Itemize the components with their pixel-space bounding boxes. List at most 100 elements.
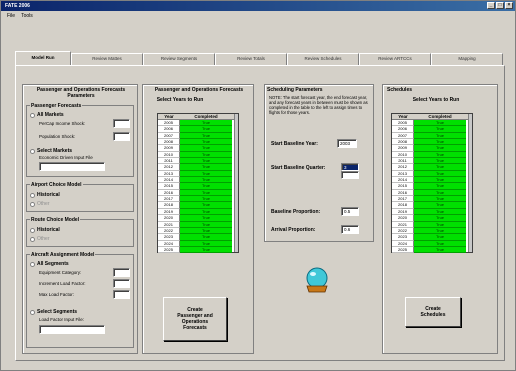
percap-label: PerCap Income Shock:	[39, 121, 86, 126]
col-year-header: Year	[398, 114, 408, 119]
select-markets-label: Select Markets	[37, 148, 73, 154]
window-title: FATE 2006	[5, 3, 30, 9]
arrival-prop-label: Arrival Proportion:	[271, 227, 316, 233]
econ-label: Economic Driven Input File	[39, 155, 93, 160]
passenger-forecasts-label: Passenger Forecasts	[30, 103, 83, 109]
population-input[interactable]	[113, 132, 130, 141]
schedules-panel: Schedules Select Years to Run Year Compl…	[382, 84, 498, 354]
tab-review-artccs[interactable]: Review ARTCCs	[359, 53, 431, 65]
tab-model-run[interactable]: Model Run	[15, 51, 71, 65]
year-cell: 2025	[392, 246, 414, 254]
col-completed-header: Completed	[194, 114, 218, 119]
menu-file[interactable]: File	[7, 13, 15, 19]
schedules-year-table[interactable]: Year Completed 2005 True 2006 True 2007 True 2…	[391, 113, 473, 254]
increment-input[interactable]	[113, 279, 130, 288]
route-choice-group: Route Choice Model Historical Other	[26, 217, 134, 247]
lf-file-label: Load Factor Input File:	[39, 317, 85, 322]
tab-strip: Model Run Review Mattes Review Segments …	[15, 51, 505, 65]
parameters-panel: Passenger and Operations Forecasts Param…	[22, 84, 138, 354]
pax-ops-panel: Passenger and Operations Forecasts Selec…	[142, 84, 254, 354]
start-quarter-label: Start Baseline Quarter:	[271, 165, 326, 171]
all-markets-radio[interactable]: All Markets	[30, 112, 64, 118]
radio-icon	[30, 236, 35, 242]
start-quarter-list-blank[interactable]	[341, 171, 359, 179]
percap-input[interactable]	[113, 119, 130, 128]
start-year-label: Start Baseline Year:	[271, 141, 318, 147]
maximize-button[interactable]: □	[496, 2, 504, 9]
tab-review-segments[interactable]: Review Segments	[143, 53, 215, 65]
lf-file-input[interactable]	[39, 325, 105, 334]
menu-bar: File Tools	[1, 11, 515, 21]
tab-review-totals[interactable]: Review Totals	[215, 53, 287, 65]
tab-mapping[interactable]: Mapping	[431, 53, 503, 65]
year-cell: 2025	[158, 246, 180, 254]
route-historical-radio[interactable]: Historical	[30, 227, 60, 233]
col-completed-header: Completed	[428, 114, 452, 119]
arrival-prop-input[interactable]: 0.6	[341, 225, 359, 234]
airport-other-radio[interactable]: Other	[30, 201, 50, 207]
table-scrollbar[interactable]	[468, 114, 472, 252]
max-lf-label: Max Load Factor:	[39, 292, 75, 297]
sched-params-note: NOTE: The start forecast year, the end f…	[269, 95, 368, 115]
table-scrollbar[interactable]	[234, 114, 238, 252]
population-label: Population Shock:	[39, 134, 76, 139]
max-lf-input[interactable]	[113, 290, 130, 299]
all-markets-label: All Markets	[37, 112, 64, 118]
crystal-ball-icon	[306, 267, 328, 293]
airport-historical-radio[interactable]: Historical	[30, 192, 60, 198]
all-segments-label: All Segments	[37, 261, 69, 267]
completed-cell: True	[180, 246, 232, 254]
schedules-subtitle: Select Years to Run	[412, 97, 460, 103]
col-year-header: Year	[164, 114, 174, 119]
tab-review-mattes[interactable]: Review Mattes	[71, 53, 143, 65]
pax-ops-subtitle: Select Years to Run	[156, 97, 204, 103]
airport-historical-label: Historical	[37, 192, 60, 198]
radio-icon	[30, 192, 35, 198]
create-schedules-button[interactable]: Create Schedules	[405, 297, 461, 327]
radio-icon	[30, 261, 35, 267]
select-segments-label: Select Segments	[37, 309, 78, 315]
start-year-input[interactable]: 2003	[337, 139, 357, 148]
model-run-panel: Passenger and Operations Forecasts Param…	[15, 65, 505, 361]
equipment-input[interactable]	[113, 268, 130, 277]
airport-other-label: Other	[37, 201, 50, 207]
start-quarter-select[interactable]: 3	[341, 163, 359, 171]
increment-label: Increment Load Factor:	[39, 281, 86, 286]
baseline-prop-input[interactable]: 0.5	[341, 207, 359, 216]
title-bar: FATE 2006 _ □ ×	[1, 1, 515, 11]
scheduling-parameters-panel: Scheduling Parameters NOTE: The start fo…	[264, 84, 374, 242]
route-other-label: Other	[37, 236, 50, 242]
table-row[interactable]: 2025 True	[158, 246, 238, 254]
radio-icon	[30, 227, 35, 233]
radio-icon	[30, 112, 35, 118]
create-pax-ops-button[interactable]: Create Passenger and Operations Forecast…	[163, 297, 227, 341]
econ-input[interactable]	[39, 162, 105, 171]
radio-icon	[30, 309, 35, 315]
passenger-forecasts-group: Passenger Forecasts All Markets PerCap I…	[26, 103, 134, 177]
table-body: 2005 True 2006 True 2007 True 2008 True 2009 True…	[392, 120, 472, 254]
tab-review-schedules[interactable]: Review Schedules	[287, 53, 359, 65]
radio-icon	[30, 201, 35, 207]
menu-tools[interactable]: Tools	[21, 13, 33, 19]
pax-ops-year-table[interactable]: Year Completed 2005 True 2006 True 2007 True 2…	[157, 113, 239, 254]
airport-choice-label: Airport Choice Model	[30, 182, 83, 188]
schedules-title: Schedules	[387, 87, 413, 93]
app-window: FATE 2006 _ □ × File Tools Model Run Rev…	[0, 0, 516, 371]
table-row[interactable]: 2025 True	[392, 246, 472, 254]
baseline-prop-label: Baseline Proportion:	[271, 209, 321, 215]
route-choice-label: Route Choice Model	[30, 217, 81, 223]
sched-params-title: Scheduling Parameters	[267, 87, 323, 93]
minimize-button[interactable]: _	[487, 2, 495, 9]
close-button[interactable]: ×	[505, 2, 513, 9]
route-other-radio[interactable]: Other	[30, 236, 50, 242]
equipment-label: Equipment Category:	[39, 270, 82, 275]
select-segments-radio[interactable]: Select Segments	[30, 309, 77, 315]
select-markets-radio[interactable]: Select Markets	[30, 148, 72, 154]
parameters-title: Passenger and Operations Forecasts Param…	[36, 87, 126, 99]
completed-cell: True	[414, 246, 466, 254]
table-body: 2005 True 2006 True 2007 True 2008 True 2009 True…	[158, 120, 238, 254]
route-historical-label: Historical	[37, 227, 60, 233]
aircraft-assignment-label: Aircraft Assignment Model	[30, 252, 96, 258]
radio-icon	[30, 148, 35, 154]
all-segments-radio[interactable]: All Segments	[30, 261, 69, 267]
